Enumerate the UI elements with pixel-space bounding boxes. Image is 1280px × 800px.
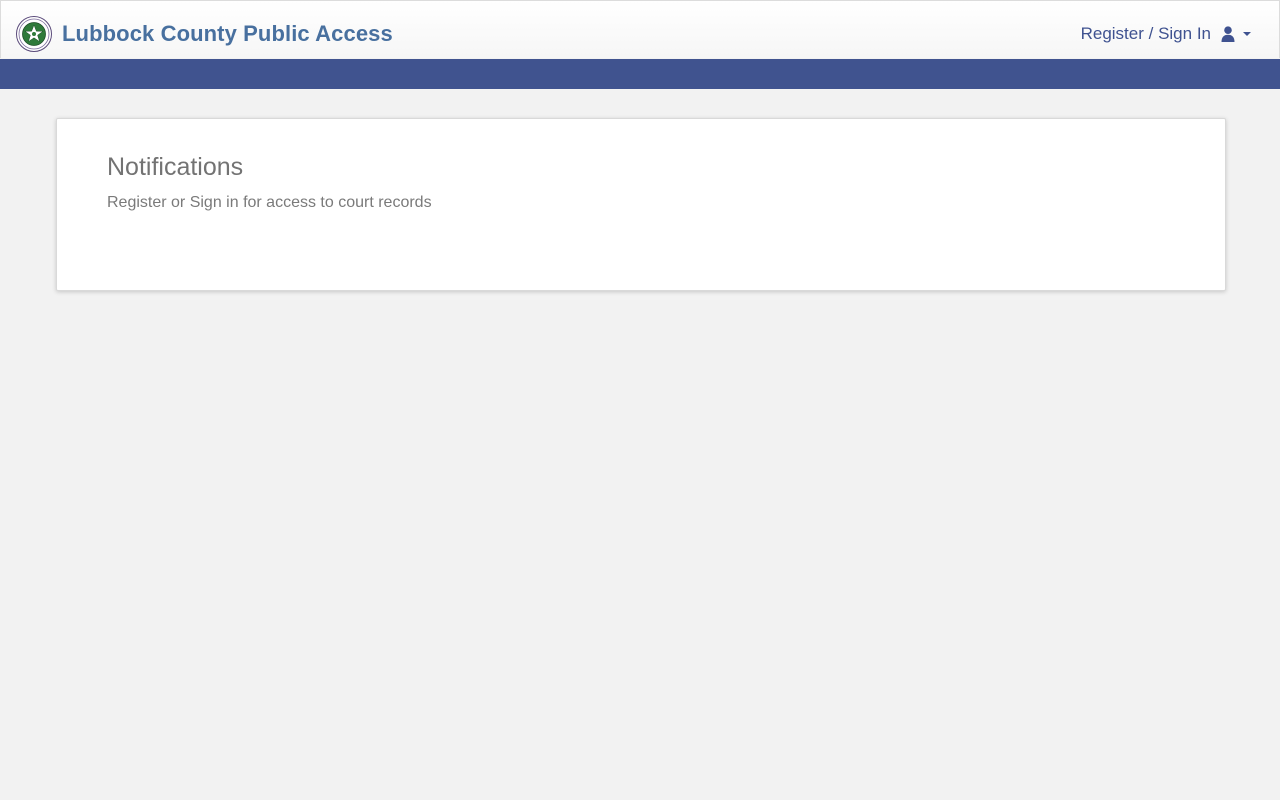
top-navbar: Lubbock County Public Access Register / … xyxy=(0,0,1280,58)
notifications-panel: Notifications Register or Sign in for ac… xyxy=(56,118,1226,291)
site-title: Lubbock County Public Access xyxy=(62,21,393,46)
register-sign-in-label: Register / Sign In xyxy=(1080,24,1211,43)
home-link[interactable]: Lubbock County Public Access xyxy=(16,16,393,52)
notifications-message: Register or Sign in for access to court … xyxy=(107,194,432,211)
header-band xyxy=(0,59,1280,89)
county-seal-icon xyxy=(16,16,52,52)
user-icon xyxy=(1221,26,1235,42)
caret-down-icon xyxy=(1243,32,1251,36)
notifications-title: Notifications xyxy=(107,153,244,181)
register-sign-in-menu[interactable]: Register / Sign In xyxy=(1081,24,1251,44)
